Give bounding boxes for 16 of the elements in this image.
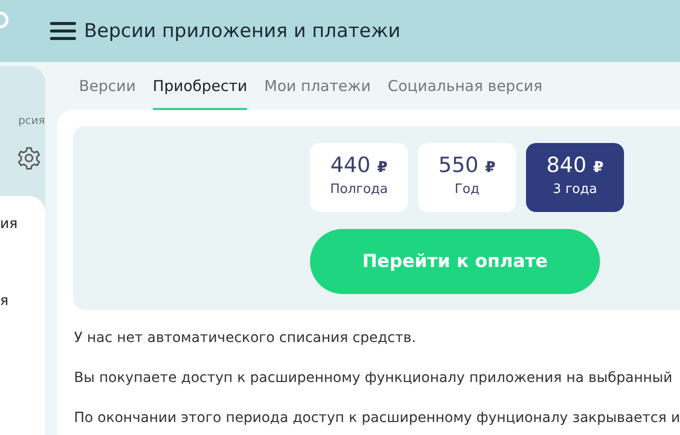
paragraph: Вы покупаете доступ к расширенному функционалу приложения на выбранный: [74, 369, 674, 388]
menu-icon[interactable]: [50, 21, 76, 41]
sidebar-item[interactable]: ия: [0, 214, 18, 235]
page-title: Версии приложения и платежи: [84, 18, 400, 44]
sidebar-item[interactable]: я: [0, 291, 8, 312]
tab[interactable]: Социальная версия: [388, 71, 542, 110]
settings-icon[interactable]: [17, 146, 41, 170]
plan-option[interactable]: 840 ₽ 3 года: [526, 143, 624, 212]
sidebar-caption: рсия: [18, 113, 45, 129]
paragraph: У нас нет автоматического списания средств.: [74, 329, 417, 348]
tab[interactable]: Мои платежи: [264, 71, 371, 110]
logo-icon: [0, 11, 10, 29]
plan-option[interactable]: 550 ₽ Год: [418, 143, 516, 212]
tab[interactable]: Версии: [79, 71, 136, 110]
paragraph: По окончании этого периода доступ к расширенному фунционалу закрывается и: [74, 409, 680, 428]
plan-option[interactable]: 440 ₽ Полгода: [310, 143, 408, 212]
